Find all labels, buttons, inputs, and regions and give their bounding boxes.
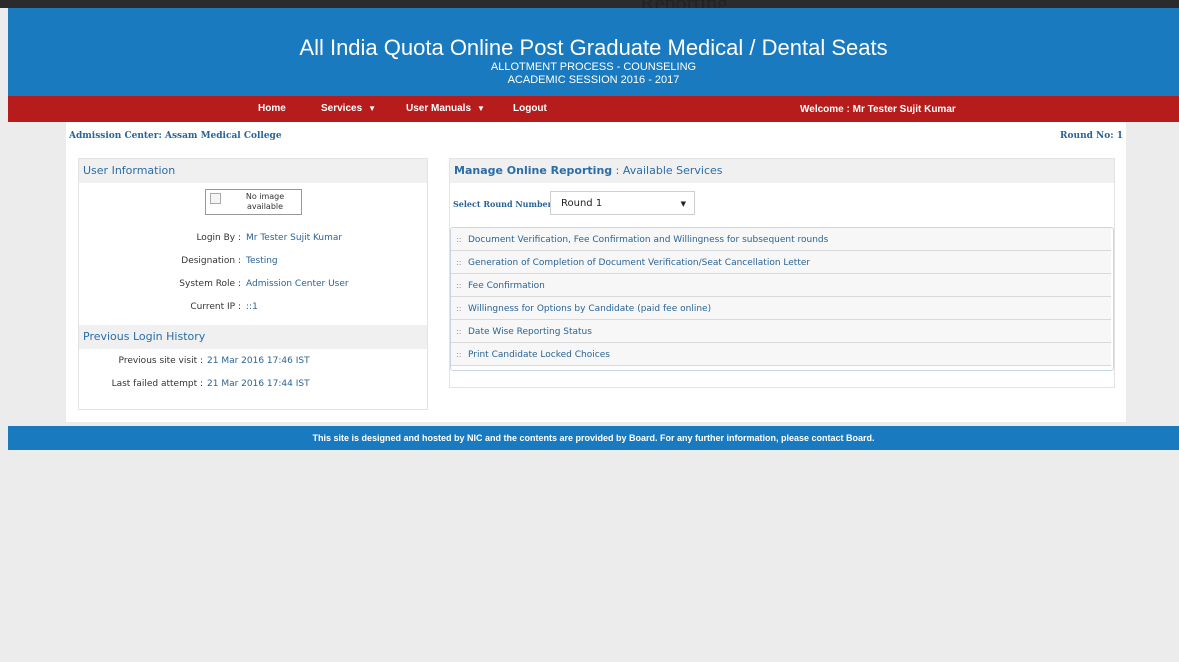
- service-label: Date Wise Reporting Status: [468, 327, 592, 337]
- service-item-completion-letter[interactable]: :: Generation of Completion of Document V…: [451, 251, 1111, 274]
- info-row-current-ip: Current IP : ::1: [79, 302, 427, 316]
- history-value: 21 Mar 2016 17:44 IST: [207, 379, 310, 389]
- history-row-failed-attempt: Last failed attempt : 21 Mar 2016 17:44 …: [79, 379, 427, 393]
- service-item-date-wise-status[interactable]: :: Date Wise Reporting Status: [451, 320, 1111, 343]
- list-bullet-icon: ::: [456, 281, 462, 290]
- services-list: :: Document Verification, Fee Confirmatio…: [450, 227, 1114, 371]
- round-select-value: Round 1: [561, 198, 603, 209]
- dropdown-arrow-icon: ▼: [680, 200, 686, 208]
- nav-home[interactable]: Home: [258, 103, 286, 114]
- service-label: Document Verification, Fee Confirmation …: [468, 235, 829, 245]
- user-photo-alt-text: No image available: [245, 192, 285, 211]
- chevron-down-icon: ▼: [368, 104, 377, 113]
- service-label: Generation of Completion of Document Ver…: [468, 258, 811, 268]
- user-info-heading: User Information: [79, 159, 427, 183]
- service-item-willingness[interactable]: :: Willingness for Options by Candidate (…: [451, 297, 1111, 320]
- login-history-heading: Previous Login History: [79, 325, 427, 349]
- site-title: All India Quota Online Post Graduate Med…: [299, 35, 888, 60]
- list-bullet-icon: ::: [456, 327, 462, 336]
- service-label: Willingness for Options by Candidate (pa…: [468, 304, 712, 314]
- list-bullet-icon: ::: [456, 350, 462, 359]
- info-label: Current IP :: [190, 302, 241, 312]
- history-value: 21 Mar 2016 17:46 IST: [207, 356, 310, 366]
- main-nav: Home Services ▼ User Manuals ▼ Logout Welc…: [8, 96, 1179, 122]
- info-row-login-by: Login By : Mr Tester Sujit Kumar: [79, 233, 427, 247]
- info-label: System Role :: [179, 279, 241, 289]
- site-header: All India Quota Online Post Graduate Med…: [8, 8, 1179, 96]
- user-photo: No image available: [205, 189, 302, 215]
- manage-heading-subtitle: : Available Services: [615, 164, 723, 177]
- service-item-print-locked-choices[interactable]: :: Print Candidate Locked Choices: [451, 343, 1111, 366]
- round-select[interactable]: Round 1 ▼: [550, 191, 695, 215]
- info-value: ::1: [246, 302, 258, 312]
- top-strip: Reporting: [0, 0, 1179, 8]
- round-select-label: Select Round Number :: [453, 199, 558, 209]
- service-label: Fee Confirmation: [468, 281, 545, 291]
- service-label: Print Candidate Locked Choices: [468, 350, 610, 360]
- site-subtitle-session: ACADEMIC SESSION 2016 - 2017: [507, 74, 680, 86]
- info-label: Login By :: [196, 233, 241, 243]
- manage-reporting-panel: Manage Online Reporting : Available Serv…: [449, 158, 1115, 388]
- manage-heading-title: Manage Online Reporting: [454, 164, 613, 177]
- round-number-label: Round No: 1: [1060, 131, 1123, 141]
- info-value: Admission Center User: [246, 279, 349, 289]
- chevron-down-icon: ▼: [477, 104, 485, 113]
- info-value: Mr Tester Sujit Kumar: [246, 233, 343, 243]
- nav-services[interactable]: Services ▼: [321, 103, 376, 114]
- service-item-document-verification[interactable]: :: Document Verification, Fee Confirmatio…: [451, 228, 1111, 251]
- history-label: Last failed attempt :: [111, 379, 203, 389]
- top-cut-text: Reporting: [640, 0, 728, 8]
- info-row-designation: Designation : Testing: [79, 256, 427, 270]
- nav-user-manuals[interactable]: User Manuals ▼: [406, 103, 485, 114]
- user-info-panel: User Information No image available Logi…: [78, 158, 428, 410]
- site-subtitle-process: ALLOTMENT PROCESS - COUNSELING: [490, 61, 697, 73]
- nav-logout[interactable]: Logout: [513, 103, 547, 114]
- history-row-previous-visit: Previous site visit : 21 Mar 2016 17:46 …: [79, 356, 427, 370]
- broken-image-icon: [210, 193, 221, 204]
- info-label: Designation :: [181, 256, 241, 266]
- history-label: Previous site visit :: [118, 356, 203, 366]
- nav-services-label: Services: [321, 103, 363, 114]
- admission-center-label: Admission Center: Assam Medical College: [69, 131, 282, 141]
- info-row-system-role: System Role : Admission Center User: [79, 279, 427, 293]
- list-bullet-icon: ::: [456, 235, 462, 244]
- info-value: Testing: [246, 256, 278, 266]
- content-area: Admission Center: Assam Medical College …: [66, 122, 1126, 422]
- nav-user-manuals-label: User Manuals: [406, 103, 472, 114]
- list-bullet-icon: ::: [456, 258, 462, 267]
- list-bullet-icon: ::: [456, 304, 462, 313]
- site-footer: This site is designed and hosted by NIC …: [8, 426, 1179, 450]
- manage-heading: Manage Online Reporting : Available Serv…: [450, 159, 1114, 183]
- top-black-bar: [0, 0, 1179, 8]
- service-item-fee-confirmation[interactable]: :: Fee Confirmation: [451, 274, 1111, 297]
- welcome-text: Welcome : Mr Tester Sujit Kumar: [800, 104, 956, 115]
